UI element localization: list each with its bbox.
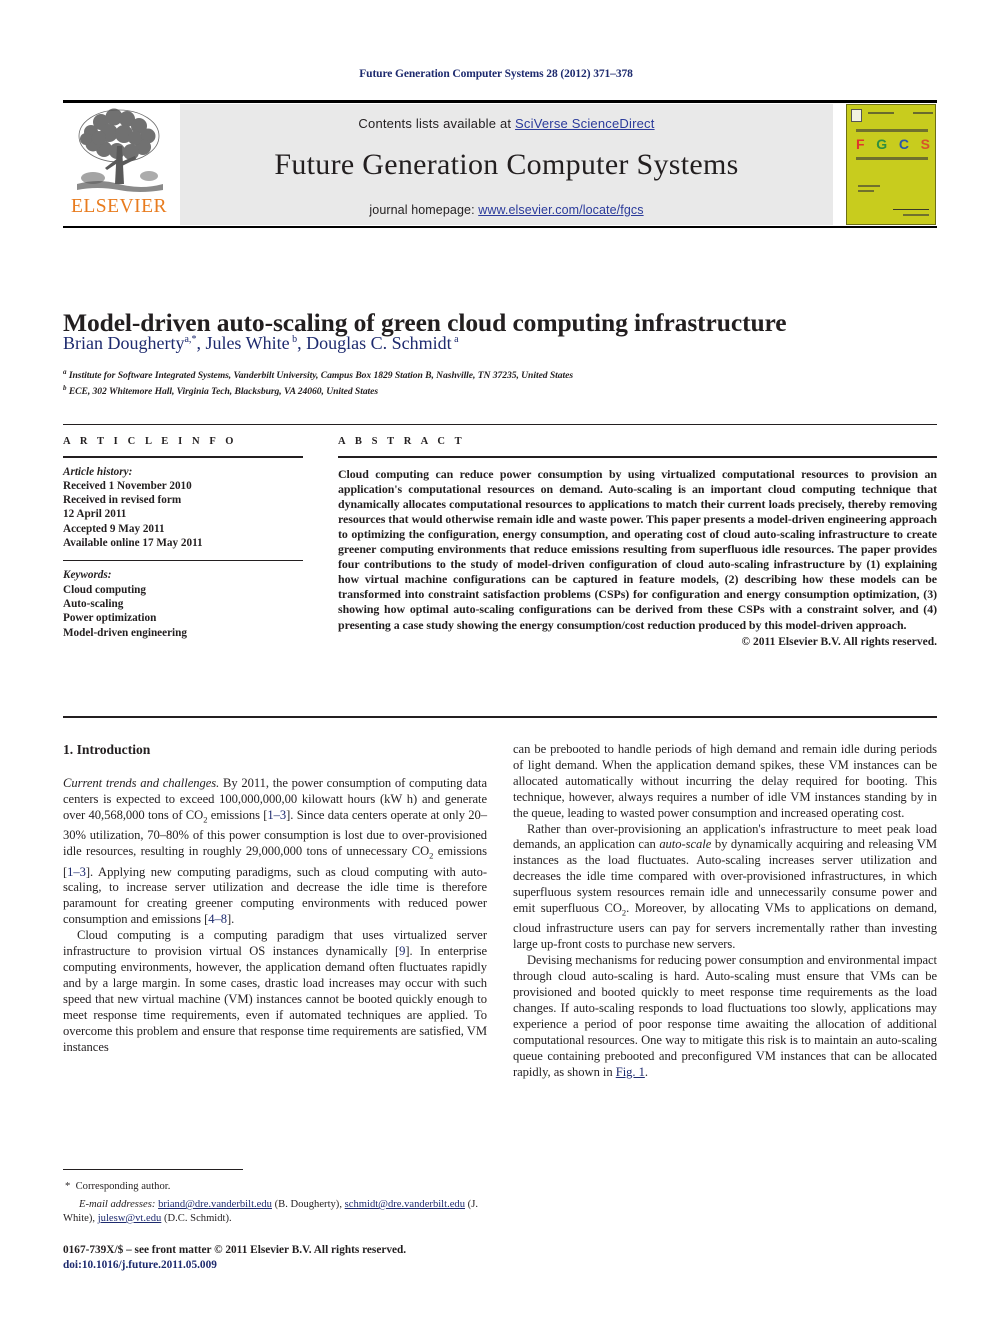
figure-1-link[interactable]: Fig. 1 [616,1065,645,1079]
keyword-item: Power optimization [63,612,157,625]
affiliation-a: a Institute for Software Integrated Syst… [63,368,574,382]
journal-homepage-link[interactable]: www.elsevier.com/locate/fgcs [478,203,643,217]
cover-strapline [856,157,928,160]
cover-letter-g: G [876,136,888,152]
affiliation-a-text: Institute for Software Integrated System… [68,370,574,382]
sciencedirect-link[interactable]: SciVerse ScienceDirect [515,116,655,131]
journal-homepage-line: journal homepage: www.elsevier.com/locat… [180,203,833,217]
elsevier-logo: ELSEVIER [65,106,173,224]
contents-prefix: Contents lists available at [358,116,516,131]
cover-letter-c: C [898,136,909,152]
body-column-right: can be prebooted to handle periods of hi… [513,742,937,1081]
article-history-item: Accepted 9 May 2011 [63,522,165,535]
keyword-item: Auto-scaling [63,597,124,610]
article-history-item: 12 April 2011 [63,508,127,521]
keywords-block: Keywords: Cloud computing Auto-scaling P… [63,568,303,639]
article-info-divider [63,560,303,562]
body-paragraph: Current trends and challenges. By 2011, … [63,776,487,928]
doi-text: doi:10.1016/j.future.2011.05.009 [63,1258,217,1271]
abstract-copyright: © 2011 Elsevier B.V. All rights reserved… [741,635,937,648]
article-history-item: Received in revised form [63,494,182,507]
cover-body-line-2 [858,190,874,192]
cover-body-line-1 [858,185,880,187]
article-first-page: Future Generation Computer Systems 28 (2… [0,0,992,1323]
info-region-bottom-rule [63,716,937,718]
cover-header-text-left [868,112,894,114]
affiliation-b-text: ECE, 302 Whitemore Hall, Virginia Tech, … [68,386,379,398]
article-info-column: A R T I C L E I N F O Article history: R… [63,436,303,640]
keyword-item: Model-driven engineering [63,626,187,639]
cover-journal-kicker [856,129,928,132]
journal-banner: ELSEVIER Contents lists available at Sci… [63,100,937,228]
cover-bottom-rule [893,209,929,210]
paragraph-lead-in: Current trends and challenges. [63,776,220,790]
email-owner-dougherty: (B. Dougherty), [274,1199,342,1210]
info-region-top-rule [63,424,937,425]
banner-center: Contents lists available at SciVerse Sci… [180,104,833,225]
author-list: Brian Doughertya,*, Jules White b, Dougl… [63,333,937,354]
corresponding-author-text: Corresponding author. [75,1181,171,1192]
abstract-rule [338,456,937,458]
banner-top-rule [63,100,937,103]
email-link-schmidt[interactable]: julesw@vt.edu [98,1213,162,1224]
footnote-separator-rule [63,1169,243,1170]
affiliation-b: b ECE, 302 Whitemore Hall, Virginia Tech… [63,384,379,398]
corresponding-author-note: * Corresponding author. [65,1181,171,1192]
cover-footer-text [903,214,929,216]
banner-bottom-rule [63,226,937,228]
email-addresses-label: E-mail addresses: [79,1199,156,1210]
imprint-block: 0167-739X/$ – see front matter © 2011 El… [63,1243,563,1272]
body-paragraph: Devising mechanisms for reducing power c… [513,953,937,1079]
abstract-heading: A B S T R A C T [338,436,466,447]
elsevier-tree-icon [77,108,163,192]
elsevier-wordmark: ELSEVIER [70,196,168,217]
body-paragraph: Rather than over-provisioning an applica… [513,821,937,952]
journal-title: Future Generation Computer Systems [274,148,739,181]
footnote-block: * Corresponding author. E-mail addresses… [63,1180,487,1226]
keywords-label: Keywords: [63,569,112,582]
cover-letter-f: F [856,136,865,152]
abstract-text: Cloud computing can reduce power consump… [338,466,937,632]
author-2: Jules White b [205,333,298,353]
paragraph-body-text: By 2011, the power consumption of comput… [63,776,488,927]
body-paragraph: Cloud computing is a computing paradigm … [63,928,487,1054]
email-addresses-note: E-mail addresses: briand@dre.vanderbilt.… [63,1198,487,1226]
journal-cover-thumbnail: F G C S [846,104,936,225]
emphasis-auto-scale: auto-scale [659,837,712,852]
body-column-left: 1. Introduction Current trends and chall… [63,742,487,1055]
email-link-white[interactable]: schmidt@dre.vanderbilt.edu [345,1199,465,1210]
cover-elsevier-mark [851,109,862,122]
section-heading-introduction: 1. Introduction [63,742,151,757]
article-history-block: Article history: Received 1 November 201… [63,465,303,551]
email-link-dougherty[interactable]: briand@dre.vanderbilt.edu [158,1199,272,1210]
author-sep-2: , [297,333,307,353]
homepage-prefix: journal homepage: [369,203,479,217]
author-1: Brian Doughertya,* [63,333,197,353]
body-paragraph: can be prebooted to handle periods of hi… [513,742,937,820]
article-info-heading: A R T I C L E I N F O [63,436,238,447]
contents-available-line: Contents lists available at SciVerse Sci… [180,116,833,131]
article-history-item: Received 1 November 2010 [63,479,192,492]
email-owner-schmidt: (D.C. Schmidt). [163,1213,232,1224]
article-info-rule [63,456,303,458]
cover-fgcs-letters: F G C S [856,136,930,153]
cover-letter-s: S [920,136,930,152]
keyword-item: Cloud computing [63,583,146,596]
issn-front-matter: 0167-739X/$ – see front matter © 2011 El… [63,1244,407,1256]
cover-header-text-right [913,112,933,114]
abstract-column: A B S T R A C T Cloud computing can redu… [338,436,937,648]
cover-top-bar [851,109,933,122]
article-history-item: Available online 17 May 2011 [63,537,203,550]
running-head: Future Generation Computer Systems 28 (2… [359,68,633,80]
author-3: Douglas C. Schmidt a [306,333,459,353]
article-history-label: Article history: [63,465,133,478]
